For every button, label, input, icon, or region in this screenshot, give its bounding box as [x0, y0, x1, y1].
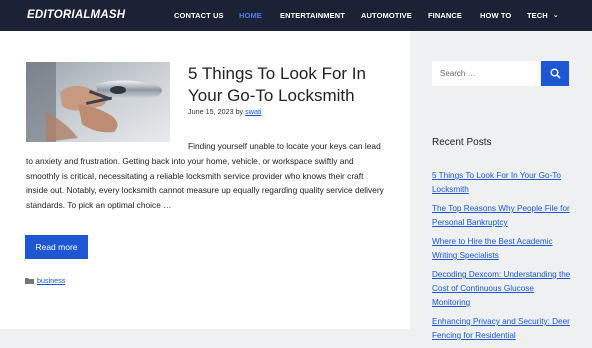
post-meta: June 15, 2023 by swati: [188, 107, 262, 116]
top-navigation-bar: EDITORIALMASH CONTACT US HOME ENTERTAINM…: [0, 0, 592, 31]
post-thumbnail[interactable]: [26, 62, 170, 142]
post-excerpt: Finding yourself unable to locate your k…: [26, 139, 386, 213]
category-link-business[interactable]: business: [37, 276, 65, 285]
nav-how-to[interactable]: HOW TO: [480, 11, 511, 20]
post-separator: [0, 329, 410, 337]
recent-posts-list: 5 Things To Look For In Your Go-To Locks…: [432, 169, 572, 348]
post-by-label: by: [235, 107, 244, 116]
post-author-link[interactable]: swati: [245, 107, 261, 116]
main-menu: CONTACT US HOME ENTERTAINMENT AUTOMOTIVE…: [174, 0, 592, 31]
search-icon: [550, 68, 561, 79]
nav-home[interactable]: HOME: [239, 11, 262, 20]
locksmith-photo-icon: [26, 62, 170, 142]
recent-post-item: The Top Reasons Why People File for Pers…: [432, 202, 572, 230]
recent-post-item: Where to Hire the Best Academic Writing …: [432, 235, 572, 263]
recent-post-link[interactable]: The Top Reasons Why People File for Pers…: [432, 204, 570, 227]
recent-post-link[interactable]: Decoding Dexcom: Understanding the Cost …: [432, 270, 570, 307]
site-logo[interactable]: EDITORIALMASH: [27, 9, 125, 21]
sidebar: Search … Recent Posts 5 Things To Look F…: [415, 31, 592, 340]
search-button[interactable]: [541, 61, 569, 86]
recent-post-item: Enhancing Privacy and Security: Deer Fen…: [432, 315, 572, 343]
nav-entertainment[interactable]: ENTERTAINMENT: [280, 11, 345, 20]
post-title[interactable]: 5 Things To Look For In Your Go-To Locks…: [188, 63, 403, 107]
post-article: 5 Things To Look For In Your Go-To Locks…: [0, 31, 410, 337]
post-excerpt-text: Finding yourself unable to locate your k…: [26, 141, 384, 211]
chevron-down-icon: ⌄: [552, 12, 559, 19]
nav-tech-label: TECH: [527, 11, 548, 20]
nav-finance[interactable]: FINANCE: [428, 11, 462, 20]
nav-contact-us[interactable]: CONTACT US: [174, 11, 224, 20]
recent-post-item: Decoding Dexcom: Understanding the Cost …: [432, 268, 572, 310]
folder-icon: [25, 278, 34, 284]
recent-posts-heading: Recent Posts: [432, 137, 492, 148]
search-input[interactable]: Search …: [432, 61, 540, 86]
recent-post-link[interactable]: Where to Hire the Best Academic Writing …: [432, 237, 553, 260]
recent-post-link[interactable]: 5 Things To Look For In Your Go-To Locks…: [432, 171, 561, 194]
nav-automotive[interactable]: AUTOMOTIVE: [361, 11, 412, 20]
read-more-button[interactable]: Read more: [25, 235, 88, 259]
post-categories: business: [25, 276, 65, 285]
nav-tech[interactable]: TECH ⌄: [527, 11, 559, 20]
recent-post-item: 5 Things To Look For In Your Go-To Locks…: [432, 169, 572, 197]
post-date: June 15, 2023: [188, 107, 234, 116]
